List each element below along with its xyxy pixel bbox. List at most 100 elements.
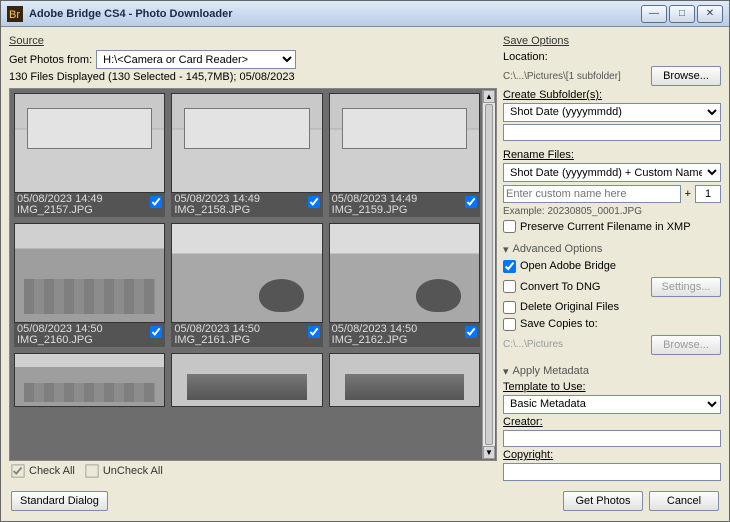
thumbnail-item[interactable]: 05/08/2023 14:49IMG_2157.JPG bbox=[14, 93, 165, 217]
create-subfolder-label: Create Subfolder(s): bbox=[503, 89, 721, 101]
thumbnail-image bbox=[171, 353, 322, 407]
sequence-start-input[interactable] bbox=[695, 185, 721, 203]
thumbnail-meta: 05/08/2023 14:50IMG_2161.JPG bbox=[171, 323, 322, 347]
thumbnail-filename: IMG_2161.JPG bbox=[174, 335, 319, 346]
options-panel: Save Options Location: C:\...\Pictures\[… bbox=[503, 33, 721, 481]
thumbnail-filename: IMG_2162.JPG bbox=[332, 335, 477, 346]
subfolder-custom-input[interactable] bbox=[503, 124, 721, 142]
maximize-button[interactable]: □ bbox=[669, 5, 695, 23]
thumbnail-item[interactable]: 05/08/2023 14:50IMG_2162.JPG bbox=[329, 223, 480, 347]
thumbnail-image bbox=[14, 223, 165, 323]
thumbnail-meta: 05/08/2023 14:49IMG_2157.JPG bbox=[14, 193, 165, 217]
metadata-template-select[interactable]: Basic Metadata bbox=[503, 395, 721, 414]
rename-select[interactable]: Shot Date (yyyymmdd) + Custom Name bbox=[503, 163, 721, 182]
convert-dng-row[interactable]: Convert To DNG bbox=[503, 280, 647, 293]
uncheck-all-link[interactable]: UnCheck All bbox=[85, 464, 163, 478]
custom-name-input[interactable] bbox=[503, 185, 681, 203]
creator-label: Creator: bbox=[503, 416, 721, 428]
thumbnail-grid-container: 05/08/2023 14:49IMG_2157.JPG05/08/2023 1… bbox=[9, 88, 497, 461]
preserve-xmp-checkbox[interactable] bbox=[503, 220, 516, 233]
dialog-footer: Standard Dialog Get Photos Cancel bbox=[1, 485, 729, 521]
thumbnail-grid: 05/08/2023 14:49IMG_2157.JPG05/08/2023 1… bbox=[14, 93, 480, 407]
source-panel: Source Get Photos from: H:\<Camera or Ca… bbox=[9, 33, 497, 481]
rename-example: Example: 20230805_0001.JPG bbox=[503, 206, 721, 217]
svg-text:Br: Br bbox=[9, 9, 20, 21]
chevron-down-icon: ▾ bbox=[503, 243, 509, 256]
save-copies-row[interactable]: Save Copies to: bbox=[503, 318, 721, 331]
check-all-icon bbox=[11, 464, 25, 478]
grid-scrollbar[interactable]: ▲ ▼ bbox=[482, 90, 495, 459]
thumbnail-image bbox=[14, 93, 165, 193]
open-bridge-checkbox[interactable] bbox=[503, 260, 516, 273]
convert-dng-checkbox[interactable] bbox=[503, 280, 516, 293]
preserve-xmp-row[interactable]: Preserve Current Filename in XMP bbox=[503, 220, 721, 233]
creator-input[interactable] bbox=[503, 430, 721, 448]
minimize-button[interactable]: — bbox=[641, 5, 667, 23]
window-title: Adobe Bridge CS4 - Photo Downloader bbox=[29, 8, 641, 20]
thumbnail-item[interactable]: 05/08/2023 14:49IMG_2159.JPG bbox=[329, 93, 480, 217]
advanced-options-heading[interactable]: ▾ Advanced Options bbox=[503, 243, 721, 256]
copies-path: C:\...\Pictures bbox=[503, 339, 647, 350]
rename-files-label: Rename Files: bbox=[503, 149, 721, 161]
thumbnail-checkbox[interactable] bbox=[465, 326, 477, 338]
thumbnail-item[interactable] bbox=[329, 353, 480, 407]
close-button[interactable]: ✕ bbox=[697, 5, 723, 23]
uncheck-all-icon bbox=[85, 464, 99, 478]
save-options-heading: Save Options bbox=[503, 35, 721, 47]
thumbnail-item[interactable]: 05/08/2023 14:50IMG_2161.JPG bbox=[171, 223, 322, 347]
copyright-input[interactable] bbox=[503, 463, 721, 481]
thumbnail-item[interactable]: 05/08/2023 14:50IMG_2160.JPG bbox=[14, 223, 165, 347]
thumbnail-meta: 05/08/2023 14:49IMG_2159.JPG bbox=[329, 193, 480, 217]
thumbnail-image bbox=[14, 353, 165, 407]
get-photos-button[interactable]: Get Photos bbox=[563, 491, 643, 511]
cancel-button[interactable]: Cancel bbox=[649, 491, 719, 511]
grid-footer: Check All UnCheck All bbox=[9, 461, 497, 481]
scroll-down-arrow[interactable]: ▼ bbox=[483, 446, 495, 459]
device-select[interactable]: H:\<Camera or Card Reader> bbox=[96, 50, 296, 69]
thumbnail-checkbox[interactable] bbox=[465, 196, 477, 208]
thumbnail-filename: IMG_2158.JPG bbox=[174, 205, 319, 216]
thumbnail-checkbox[interactable] bbox=[150, 196, 162, 208]
app-icon: Br bbox=[7, 6, 23, 22]
app-window: Br Adobe Bridge CS4 - Photo Downloader —… bbox=[0, 0, 730, 522]
get-photos-from-label: Get Photos from: bbox=[9, 54, 92, 66]
location-label: Location: bbox=[503, 51, 721, 63]
thumbnail-image bbox=[329, 353, 480, 407]
check-all-link[interactable]: Check All bbox=[11, 464, 75, 478]
titlebar: Br Adobe Bridge CS4 - Photo Downloader —… bbox=[1, 1, 729, 27]
thumbnail-image bbox=[171, 223, 322, 323]
save-copies-checkbox[interactable] bbox=[503, 318, 516, 331]
window-controls: — □ ✕ bbox=[641, 5, 723, 23]
delete-originals-checkbox[interactable] bbox=[503, 301, 516, 314]
thumbnail-item[interactable] bbox=[14, 353, 165, 407]
subfolder-select[interactable]: Shot Date (yyyymmdd) bbox=[503, 103, 721, 122]
thumbnail-meta: 05/08/2023 14:50IMG_2160.JPG bbox=[14, 323, 165, 347]
thumbnail-filename: IMG_2160.JPG bbox=[17, 335, 162, 346]
source-heading: Source bbox=[9, 35, 497, 47]
location-path: C:\...\Pictures\[1 subfolder] bbox=[503, 71, 647, 82]
thumbnail-filename: IMG_2157.JPG bbox=[17, 205, 162, 216]
thumbnail-image bbox=[171, 93, 322, 193]
browse-location-button[interactable]: Browse... bbox=[651, 66, 721, 86]
open-bridge-row[interactable]: Open Adobe Bridge bbox=[503, 260, 721, 273]
scroll-up-arrow[interactable]: ▲ bbox=[483, 90, 495, 103]
standard-dialog-button[interactable]: Standard Dialog bbox=[11, 491, 108, 511]
thumbnail-filename: IMG_2159.JPG bbox=[332, 205, 477, 216]
chevron-down-icon: ▾ bbox=[503, 365, 509, 378]
browse-copies-button: Browse... bbox=[651, 335, 721, 355]
thumbnail-meta: 05/08/2023 14:49IMG_2158.JPG bbox=[171, 193, 322, 217]
delete-originals-row[interactable]: Delete Original Files bbox=[503, 301, 721, 314]
thumbnail-meta: 05/08/2023 14:50IMG_2162.JPG bbox=[329, 323, 480, 347]
scroll-thumb[interactable] bbox=[485, 104, 493, 445]
thumbnail-item[interactable] bbox=[171, 353, 322, 407]
thumbnail-item[interactable]: 05/08/2023 14:49IMG_2158.JPG bbox=[171, 93, 322, 217]
files-status: 130 Files Displayed (130 Selected - 145,… bbox=[9, 71, 295, 83]
thumbnail-checkbox[interactable] bbox=[308, 326, 320, 338]
template-label: Template to Use: bbox=[503, 381, 721, 393]
thumbnail-checkbox[interactable] bbox=[150, 326, 162, 338]
apply-metadata-heading[interactable]: ▾ Apply Metadata bbox=[503, 365, 721, 378]
copyright-label: Copyright: bbox=[503, 449, 721, 461]
thumbnail-checkbox[interactable] bbox=[308, 196, 320, 208]
thumbnail-image bbox=[329, 93, 480, 193]
dng-settings-button: Settings... bbox=[651, 277, 721, 297]
